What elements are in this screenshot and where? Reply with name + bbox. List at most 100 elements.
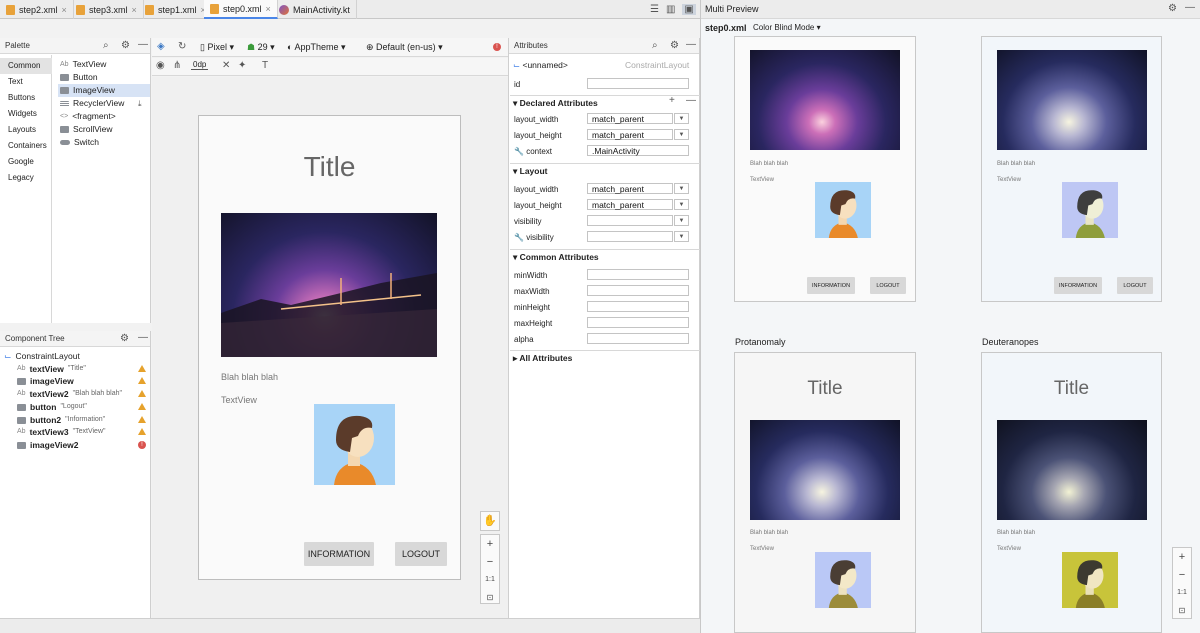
logout-button[interactable]: LOGOUT bbox=[395, 542, 447, 566]
tools-visibility-value[interactable] bbox=[587, 231, 673, 242]
minimize-icon[interactable]: — bbox=[138, 332, 148, 343]
code-view-icon[interactable]: ☰ bbox=[650, 4, 659, 15]
zoom-in-button[interactable]: + bbox=[1179, 548, 1185, 566]
add-attribute-button[interactable]: + bbox=[669, 95, 675, 106]
close-icon[interactable]: × bbox=[62, 5, 67, 15]
palette-item-imageview[interactable]: ImageView bbox=[58, 84, 150, 97]
tab-step2[interactable]: step2.xml × bbox=[0, 0, 74, 19]
guidelines-icon[interactable]: T bbox=[262, 60, 268, 71]
error-icon[interactable]: ! bbox=[138, 441, 146, 449]
preview-card-deuteranopes[interactable]: Title Blah blah blah TextView bbox=[981, 352, 1162, 633]
category-buttons[interactable]: Buttons bbox=[0, 90, 52, 106]
category-widgets[interactable]: Widgets bbox=[0, 106, 52, 122]
category-text[interactable]: Text bbox=[0, 74, 52, 90]
search-icon[interactable]: ⌕ bbox=[103, 40, 109, 51]
palette-item-scrollview[interactable]: ScrollView bbox=[58, 123, 150, 136]
close-icon[interactable]: × bbox=[266, 4, 271, 14]
tab-step1[interactable]: step1.xml× bbox=[139, 0, 213, 19]
api-selector[interactable]: ☗ 29 ▾ bbox=[247, 42, 275, 53]
minheight-field[interactable] bbox=[587, 301, 689, 312]
gear-icon[interactable]: ⚙ bbox=[121, 40, 130, 51]
preview-card-tritan[interactable]: Blah blah blah TextView INFORMATION LOGO… bbox=[981, 36, 1162, 302]
chevron-down-icon[interactable]: ▼ bbox=[674, 183, 689, 194]
color-blind-mode-selector[interactable]: Color Blind Mode ▾ bbox=[753, 23, 821, 32]
context-value[interactable]: .MainActivity bbox=[587, 145, 689, 156]
default-margin[interactable]: 0dp bbox=[191, 60, 209, 70]
zoom-fit-button[interactable]: 1:1 bbox=[1177, 584, 1187, 602]
tab-step0[interactable]: step0.xml × bbox=[204, 0, 278, 19]
section-common-attributes[interactable]: ▾ Common Attributes bbox=[510, 249, 700, 263]
remove-attribute-button[interactable]: — bbox=[686, 95, 696, 106]
device-selector[interactable]: ▯ Pixel ▾ bbox=[200, 42, 234, 53]
tree-item-textview[interactable]: Ab textView "Title" bbox=[17, 363, 147, 375]
warning-icon[interactable] bbox=[138, 365, 146, 372]
palette-item-textview[interactable]: Ab TextView bbox=[58, 58, 150, 71]
phone-title[interactable]: Title bbox=[199, 151, 460, 183]
id-field[interactable] bbox=[587, 78, 689, 89]
layout-height-value[interactable]: match_parent bbox=[587, 129, 673, 140]
tree-item-imageview2[interactable]: imageView2! bbox=[17, 439, 147, 451]
section-layout[interactable]: ▾ Layout bbox=[510, 163, 700, 177]
phone-textview[interactable]: TextView bbox=[221, 395, 257, 405]
tab-step3[interactable]: step3.xml × bbox=[70, 0, 144, 19]
palette-item-switch[interactable]: Switch bbox=[58, 136, 150, 149]
tree-item-root[interactable]: ⌙ ConstraintLayout bbox=[4, 350, 80, 362]
preview-card-normal[interactable]: Blah blah blah TextView INFORMATION LOGO… bbox=[734, 36, 916, 302]
layers-icon[interactable]: ◈ bbox=[157, 41, 165, 52]
orientation-icon[interactable]: ↻ bbox=[178, 41, 186, 52]
layout-width-value[interactable]: match_parent bbox=[587, 113, 673, 124]
clear-constraints-icon[interactable]: ✕ bbox=[222, 60, 230, 71]
fit-screen-icon[interactable]: ⊡ bbox=[1179, 602, 1186, 620]
gear-icon[interactable]: ⚙ bbox=[120, 333, 129, 344]
category-common[interactable]: Common bbox=[0, 58, 52, 74]
maxheight-field[interactable] bbox=[587, 317, 689, 328]
magnet-icon[interactable]: ⋔ bbox=[173, 60, 181, 71]
tree-item-textview3[interactable]: Ab textView3 "TextView" bbox=[17, 426, 147, 438]
split-view-icon[interactable]: ▥ bbox=[666, 4, 675, 15]
download-icon[interactable]: ⤓ bbox=[138, 97, 142, 110]
warning-icon[interactable] bbox=[138, 403, 146, 410]
pan-tool[interactable]: ✋ bbox=[480, 511, 500, 531]
chevron-down-icon[interactable]: ▼ bbox=[674, 231, 689, 242]
zoom-out-button[interactable]: − bbox=[1179, 566, 1185, 584]
visibility-value[interactable] bbox=[587, 215, 673, 226]
chevron-down-icon[interactable]: ▼ bbox=[674, 215, 689, 226]
error-icon[interactable]: ! bbox=[493, 43, 501, 51]
information-button[interactable]: INFORMATION bbox=[304, 542, 374, 566]
chevron-down-icon[interactable]: ▼ bbox=[674, 129, 689, 140]
palette-item-recyclerview[interactable]: RecyclerView ⤓ bbox=[58, 97, 150, 110]
gear-icon[interactable]: ⚙ bbox=[670, 40, 679, 51]
section-all-attributes[interactable]: ▸ All Attributes bbox=[510, 350, 700, 364]
minimize-icon[interactable]: — bbox=[138, 39, 148, 50]
warning-icon[interactable] bbox=[138, 416, 146, 423]
phone-preview[interactable]: Title Blah blah blah TextView INFORMATIO… bbox=[198, 115, 461, 580]
golden-gate-image[interactable] bbox=[221, 213, 437, 357]
infer-constraints-icon[interactable]: ✦ bbox=[238, 60, 246, 71]
tree-item-textview2[interactable]: Ab textView2 "Blah blah blah" bbox=[17, 388, 147, 400]
tree-item-button2[interactable]: button2 "Information" bbox=[17, 414, 147, 426]
category-containers[interactable]: Containers bbox=[0, 138, 52, 154]
category-google[interactable]: Google bbox=[0, 154, 52, 170]
tab-mainactivity[interactable]: MainActivity.kt bbox=[273, 0, 357, 19]
layout-height-value-2[interactable]: match_parent bbox=[587, 199, 673, 210]
minwidth-field[interactable] bbox=[587, 269, 689, 280]
category-legacy[interactable]: Legacy bbox=[0, 170, 52, 186]
chevron-down-icon[interactable]: ▼ bbox=[674, 199, 689, 210]
avatar-image[interactable] bbox=[314, 404, 395, 485]
layout-width-value-2[interactable]: match_parent bbox=[587, 183, 673, 194]
eye-icon[interactable]: ◉ bbox=[156, 60, 165, 71]
palette-item-button[interactable]: Button bbox=[58, 71, 150, 84]
design-view-icon[interactable]: ▣ bbox=[682, 4, 696, 15]
warning-icon[interactable] bbox=[138, 390, 146, 397]
zoom-out-button[interactable]: − bbox=[487, 553, 493, 571]
preview-card-protanomaly[interactable]: Title Blah blah blah TextView bbox=[734, 352, 916, 633]
chevron-down-icon[interactable]: ▼ bbox=[674, 113, 689, 124]
tree-item-button[interactable]: button "Logout" bbox=[17, 401, 147, 413]
minimize-icon[interactable]: — bbox=[1185, 2, 1195, 13]
tree-item-imageview[interactable]: imageView bbox=[17, 375, 147, 387]
close-icon[interactable]: × bbox=[132, 5, 137, 15]
fit-screen-icon[interactable]: ⊡ bbox=[487, 589, 494, 607]
search-icon[interactable]: ⌕ bbox=[652, 40, 658, 51]
warning-icon[interactable] bbox=[138, 377, 146, 384]
maxwidth-field[interactable] bbox=[587, 285, 689, 296]
